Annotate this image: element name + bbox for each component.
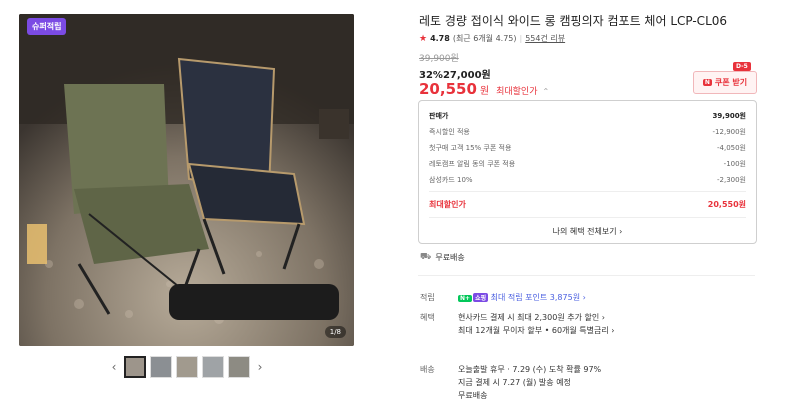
- thumbnail[interactable]: [202, 356, 224, 378]
- delivery-label: 배송: [420, 365, 435, 374]
- points-row[interactable]: N+ 쇼핑 최대 적립 포인트 3,875원 ›: [458, 292, 586, 303]
- price-breakdown-box: 판매가 39,900원 즉시할인 적용 -12,900원 첫구매 고객 15% …: [418, 100, 757, 244]
- thumbnail-strip: ‹ ›: [108, 356, 266, 378]
- product-main-image[interactable]: 슈퍼적립 1/8: [19, 14, 354, 346]
- rating-row: ★ 4.78 (최근 6개월 4.75) | 554건 리뷰: [419, 33, 565, 44]
- rating-score: 4.78: [430, 34, 450, 43]
- thumbnail[interactable]: [124, 356, 146, 378]
- divider: |: [519, 34, 523, 43]
- shopping-icon: 쇼핑: [473, 293, 489, 302]
- breakdown-total-label: 최대할인가: [429, 200, 466, 209]
- points-label: 적립: [420, 293, 435, 302]
- breakdown-value: -100원: [723, 160, 746, 168]
- review-count-link[interactable]: 554건 리뷰: [525, 33, 565, 44]
- chevron-right-icon[interactable]: ›: [254, 360, 266, 374]
- delivery-line-3: 무료배송: [458, 391, 488, 400]
- breakdown-total-value: 20,550원: [707, 200, 746, 209]
- view-all-benefits-button[interactable]: 나의 혜택 전체보기 ›: [419, 226, 756, 237]
- breakdown-row: 삼성카드 10% -2,300원: [429, 175, 746, 185]
- divider: [429, 217, 746, 218]
- coupon-dday-badge: D-5: [733, 62, 751, 71]
- breakdown-value: -4,050원: [716, 144, 746, 152]
- truck-icon: ⛟: [420, 252, 432, 262]
- naver-plus-icon: N+: [458, 295, 473, 302]
- breakdown-label: 첫구매 고객 15% 쿠폰 적용: [429, 144, 512, 152]
- benefit-installment[interactable]: 최대 12개월 무이자 할부 • 60개월 특별금리 ›: [458, 325, 614, 336]
- thumbnail[interactable]: [228, 356, 250, 378]
- breakdown-value: 39,900원: [712, 112, 746, 120]
- benefit-card-discount[interactable]: 현사카드 결제 시 최대 2,300원 추가 할인 ›: [458, 312, 605, 323]
- chevron-left-icon[interactable]: ‹: [108, 360, 120, 374]
- breakdown-value: -12,900원: [712, 128, 746, 136]
- delivery-line-2: 지금 결제 시 7.27 (월) 발송 예정: [458, 378, 571, 387]
- breakdown-label: 판매가: [429, 112, 449, 120]
- breakdown-value: -2,300원: [716, 176, 746, 184]
- free-shipping-text: 무료배송: [435, 253, 465, 262]
- breakdown-row: 즉시할인 적용 -12,900원: [429, 127, 746, 137]
- thumbnail[interactable]: [150, 356, 172, 378]
- thumbnail[interactable]: [176, 356, 198, 378]
- points-text: 최대 적립 포인트 3,875원 ›: [490, 293, 586, 302]
- star-icon: ★: [419, 33, 428, 44]
- rating-recent: (최근 6개월 4.75): [452, 34, 517, 43]
- breakdown-label: 즉시할인 적용: [429, 128, 470, 136]
- benefits-label: 혜택: [420, 313, 435, 322]
- chevron-up-icon[interactable]: ⌃: [543, 87, 550, 96]
- coupon-label: 쿠폰 받기: [714, 78, 748, 87]
- coupon-button[interactable]: N 쿠폰 받기: [693, 71, 757, 94]
- camping-chair-photo: [19, 14, 354, 346]
- breakdown-label: 삼성카드 10%: [429, 176, 473, 184]
- divider: [418, 275, 755, 276]
- free-shipping-row: ⛟ 무료배송: [420, 252, 465, 263]
- breakdown-row: 첫구매 고객 15% 쿠폰 적용 -4,050원: [429, 143, 746, 153]
- discount-row: 32%27,000원: [419, 66, 491, 81]
- final-price-row[interactable]: 20,550 원 최대할인가 ⌃: [419, 80, 549, 98]
- breakdown-row: 레토캠프 알림 동의 쿠폰 적용 -100원: [429, 159, 746, 169]
- image-pager: 1/8: [324, 326, 346, 338]
- final-price: 20,550: [419, 80, 477, 98]
- final-price-unit: 원: [479, 86, 490, 97]
- breakdown-row: 판매가 39,900원: [429, 111, 746, 121]
- delivery-line-1: 오늘출발 휴무 · 7.29 (수) 도착 확률 97%: [458, 365, 602, 374]
- original-price: 39,900원: [419, 54, 459, 64]
- final-price-label: 최대할인가: [496, 87, 538, 97]
- npay-coupon-icon: N: [702, 79, 712, 86]
- divider: [429, 191, 746, 192]
- breakdown-label: 레토캠프 알림 동의 쿠폰 적용: [429, 160, 516, 168]
- super-points-badge: 슈퍼적립: [27, 18, 67, 35]
- breakdown-total-row: 최대할인가 20,550원: [429, 199, 746, 210]
- product-title: 레토 경량 접이식 와이드 롱 캠핑의자 컴포트 체어 LCP-CL06: [419, 14, 728, 28]
